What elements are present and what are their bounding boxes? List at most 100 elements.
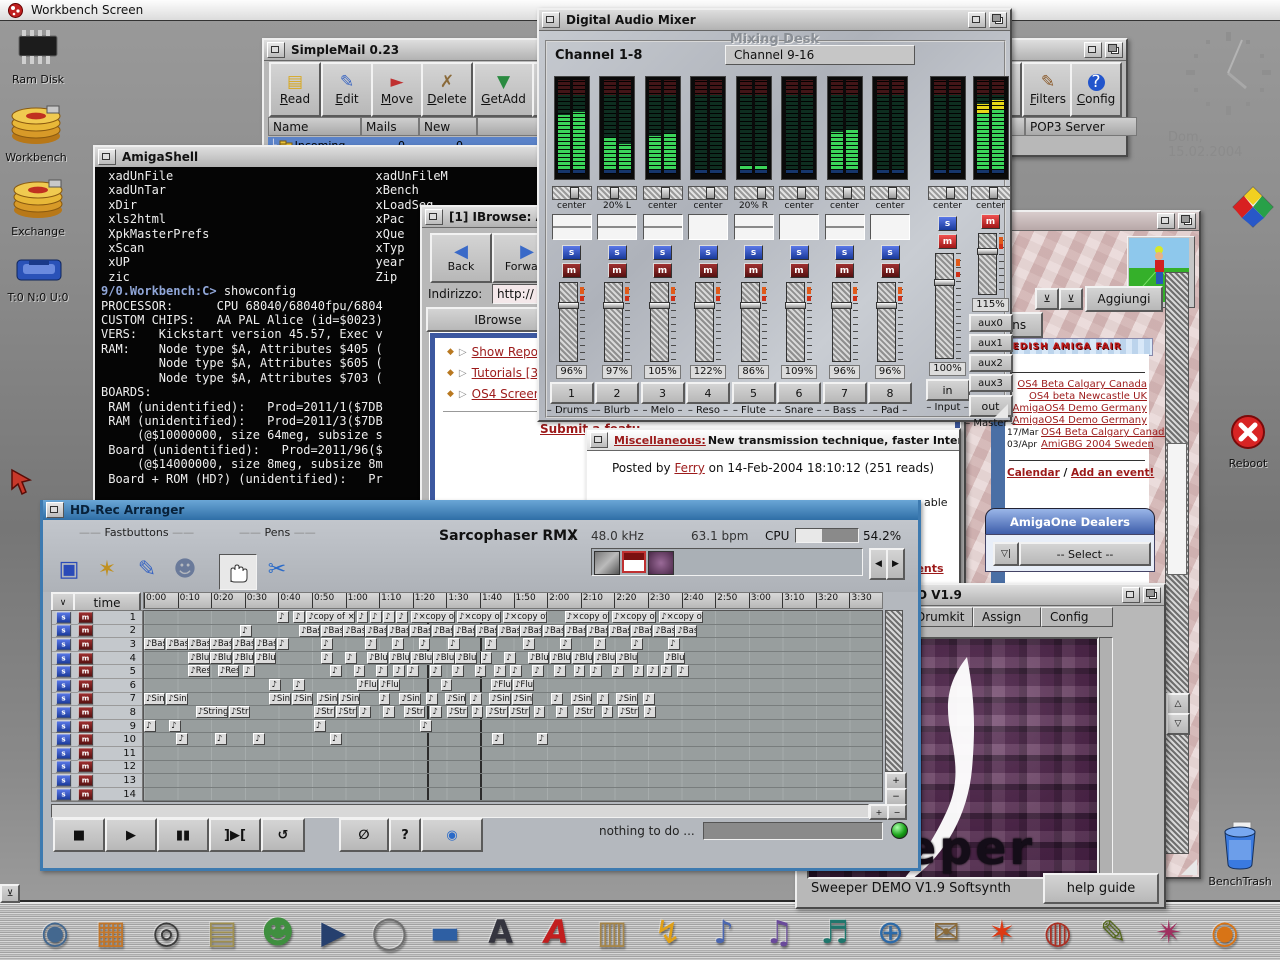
play-button[interactable]: ▶: [105, 818, 157, 852]
volume-fader[interactable]: [695, 282, 714, 362]
column-header-new[interactable]: New: [419, 117, 477, 136]
clip[interactable]: ♪: [359, 706, 371, 718]
track-solo-button[interactable]: s: [56, 747, 71, 759]
track-lane-2[interactable]: ♪♪Bas♪Bas♪Bas♪Bas♪Bas♪Bas♪Bas♪Bas♪Bas♪Ba…: [144, 625, 882, 639]
view-eye-button[interactable]: ◉: [421, 818, 483, 852]
track-lane-10[interactable]: ♪♪♪♪♪♪: [144, 733, 882, 747]
resize-corner[interactable]: [994, 404, 1008, 418]
author-link[interactable]: Ferry: [674, 461, 704, 475]
clip[interactable]: ♪×copy of: [565, 611, 609, 623]
volume-fader[interactable]: [559, 282, 578, 362]
clip[interactable]: ♪: [594, 638, 606, 650]
wordprocessor-icon[interactable]: A: [476, 907, 526, 957]
clip[interactable]: ♪×copy of: [411, 611, 455, 623]
speaker-volume-icon[interactable]: ♫: [754, 907, 804, 957]
installer-mascot-icon[interactable]: ☻: [253, 907, 303, 957]
clip[interactable]: ♪: [376, 665, 388, 677]
clip[interactable]: ♪: [441, 679, 453, 691]
close-icon[interactable]: [542, 12, 560, 28]
channel-number-button[interactable]: 2: [595, 382, 639, 404]
stop-button[interactable]: ■: [53, 818, 105, 852]
volume-fader[interactable]: [741, 282, 760, 362]
clip[interactable]: ♪Bas: [188, 638, 209, 650]
event-link[interactable]: AmigaOS4 Demo Germany: [1013, 403, 1147, 414]
clip[interactable]: ♪Str: [447, 706, 468, 718]
clip[interactable]: ♪: [597, 693, 609, 705]
clip[interactable]: ♪: [554, 665, 566, 677]
clip[interactable]: ♪Str: [404, 706, 425, 718]
track-mute-button[interactable]: m: [78, 679, 93, 691]
clip[interactable]: ♪: [633, 665, 645, 677]
clip[interactable]: ♪: [269, 679, 281, 691]
clip[interactable]: ♪: [556, 706, 568, 718]
clip[interactable]: ♪Flu: [357, 679, 378, 691]
dealers-select-value[interactable]: -- Select --: [1019, 542, 1151, 566]
clip[interactable]: ♪Bas: [454, 625, 475, 637]
save-icon[interactable]: ▣: [53, 554, 85, 584]
portal-scrollbar[interactable]: △ ▽: [1165, 272, 1189, 854]
mute-button[interactable]: m: [653, 263, 672, 278]
clip[interactable]: ♪Bas: [498, 625, 519, 637]
solo-button[interactable]: s: [881, 245, 900, 260]
clip[interactable]: ♪: [426, 693, 438, 705]
clip[interactable]: ♪String: [196, 706, 228, 718]
file-cabinet-icon[interactable]: ▤: [197, 907, 247, 957]
news-title-bar[interactable]: Miscellaneous: New transmission techniqu…: [587, 430, 959, 451]
clip[interactable]: ♪: [472, 706, 484, 718]
clip[interactable]: ♪Bas: [388, 625, 409, 637]
track-mute-button[interactable]: m: [78, 611, 93, 623]
clip[interactable]: ♪: [661, 665, 673, 677]
clip[interactable]: ♪Blu: [367, 652, 388, 664]
clip[interactable]: ♪: [321, 638, 333, 650]
clip[interactable]: ♪Sin: [292, 693, 313, 705]
track-lane-4[interactable]: ♪Blu♪Blu♪Blu♪Blu♪♪♪Blu♪Blu♪Blu♪Blu♪Blu♪♪…: [144, 652, 882, 666]
clip[interactable]: ♪Sin: [317, 693, 338, 705]
clip[interactable]: ♪Sin: [489, 693, 510, 705]
clip[interactable]: ♪×copy of: [659, 611, 703, 623]
input-solo-button[interactable]: s: [938, 216, 957, 231]
clip[interactable]: ♪: [602, 706, 614, 718]
clip[interactable]: ♪: [504, 652, 516, 664]
track-lane-9[interactable]: ♪♪♪♪: [144, 720, 882, 734]
track-lane-13[interactable]: [144, 774, 882, 788]
channel-number-button[interactable]: 5: [732, 382, 776, 404]
clip[interactable]: ♪: [492, 733, 504, 745]
clip[interactable]: ♪Bas: [631, 625, 652, 637]
clip[interactable]: ♪Blu: [411, 652, 432, 664]
solo-button[interactable]: s: [699, 245, 718, 260]
tab-config[interactable]: Config: [1041, 607, 1113, 627]
clip[interactable]: ♪Flu: [513, 679, 534, 691]
clip[interactable]: ♪: [253, 733, 265, 745]
clip[interactable]: ♪: [631, 638, 643, 650]
clip[interactable]: ♪Bas: [410, 625, 431, 637]
clip[interactable]: ♪: [383, 611, 395, 623]
channel-number-button[interactable]: 4: [686, 382, 730, 404]
clip[interactable]: ♪Sin: [399, 693, 420, 705]
clip[interactable]: ♪Sin: [269, 693, 290, 705]
track-lane-6[interactable]: ♪♪♪Flu♪Flu♪♪Flu♪Flu: [144, 679, 882, 693]
clip[interactable]: ♪Bas: [587, 625, 608, 637]
acrobat-reader-icon[interactable]: A: [531, 907, 581, 957]
clip[interactable]: ♪Sin: [571, 693, 592, 705]
track-lane-7[interactable]: ♪Sin♪Sin♪Sin♪Sin♪Sin♪Sin♪♪Sin♪♪Sin♪♪Sin♪…: [144, 693, 882, 707]
clip[interactable]: ♪×copy of: [612, 611, 656, 623]
clip[interactable]: ♪: [379, 693, 391, 705]
mailbox-icon[interactable]: ✉: [921, 907, 971, 957]
clip[interactable]: ♪: [330, 733, 342, 745]
strip-right-icon[interactable]: ▶: [886, 548, 905, 580]
desktop-icon-reboot[interactable]: Reboot: [1212, 412, 1280, 470]
search-tool-icon[interactable]: ◯: [364, 907, 414, 957]
clip[interactable]: ♪: [475, 665, 487, 677]
mixer-title-bar[interactable]: Digital Audio Mixer: [539, 10, 1010, 31]
volume-fader[interactable]: [650, 282, 669, 362]
clip[interactable]: ♪copy of ×: [306, 611, 355, 623]
zoom-icon[interactable]: [1157, 213, 1175, 229]
input-button[interactable]: in: [926, 379, 970, 401]
clip[interactable]: ♪: [240, 625, 252, 637]
clip[interactable]: ♪: [357, 611, 369, 623]
column-header-name[interactable]: Name: [268, 117, 361, 136]
clip[interactable]: ♪Sin: [445, 693, 466, 705]
clip[interactable]: ♪Bas: [520, 625, 541, 637]
pause-button[interactable]: ▮▮: [157, 818, 209, 852]
horizontal-scrollbar[interactable]: [51, 804, 869, 818]
